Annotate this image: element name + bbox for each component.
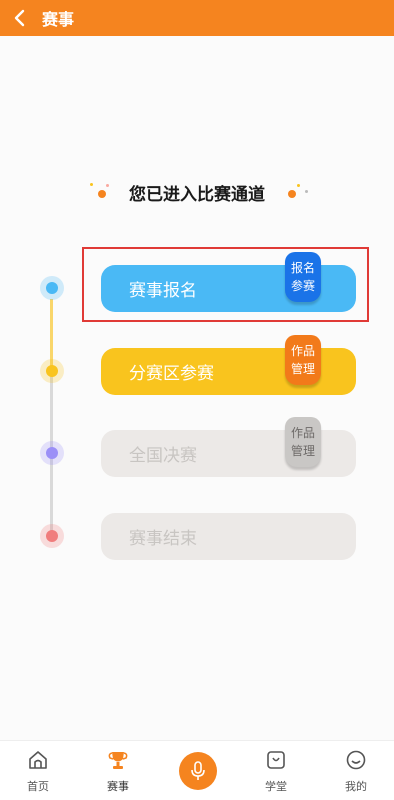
badge-line: 作品 [290,344,315,358]
microphone-icon [191,761,205,780]
tab-home[interactable]: 首页 [8,749,68,794]
page-title: 赛事 [42,10,75,29]
timeline-node [40,276,64,300]
decor-dot [106,184,109,187]
badge-line: 管理 [290,444,315,458]
badge-line: 作品 [290,426,315,440]
decor-dot [98,190,106,198]
hero-title: 您已进入比赛通道 [129,185,265,205]
tab-label: 首页 [27,780,49,793]
trophy-icon [108,752,128,769]
decor-dot [297,184,300,187]
timeline-node [40,524,64,548]
home-icon [29,751,47,769]
timeline-node [40,359,64,383]
timeline-node [40,441,64,465]
stage-end-button[interactable]: 赛事结束 [101,513,356,560]
smile-icon [346,750,366,770]
highlight-box [82,247,369,322]
microphone-button[interactable] [179,752,217,790]
tab-study[interactable]: 学堂 [246,749,306,794]
decor-dot [305,190,308,193]
badge-line: 管理 [290,362,315,376]
book-icon [267,751,285,769]
app-header: 赛事 [0,0,394,36]
stage-label: 全国决赛 [129,446,197,466]
stage-label: 分赛区参赛 [129,364,214,384]
decor-dot [90,183,93,186]
decor-dot [288,190,296,198]
tab-label: 学堂 [265,780,287,793]
tab-label: 赛事 [107,780,129,793]
stage-label: 赛事结束 [129,529,197,549]
hero: 您已进入比赛通道 [0,180,394,205]
back-button[interactable] [0,0,40,36]
work-management-badge[interactable]: 作品 管理 [285,335,321,385]
tab-events[interactable]: 赛事 [88,749,148,794]
work-management-badge-disabled[interactable]: 作品 管理 [285,417,321,467]
tab-label: 我的 [345,780,367,793]
chevron-left-icon [14,9,25,27]
tab-profile[interactable]: 我的 [326,749,386,794]
